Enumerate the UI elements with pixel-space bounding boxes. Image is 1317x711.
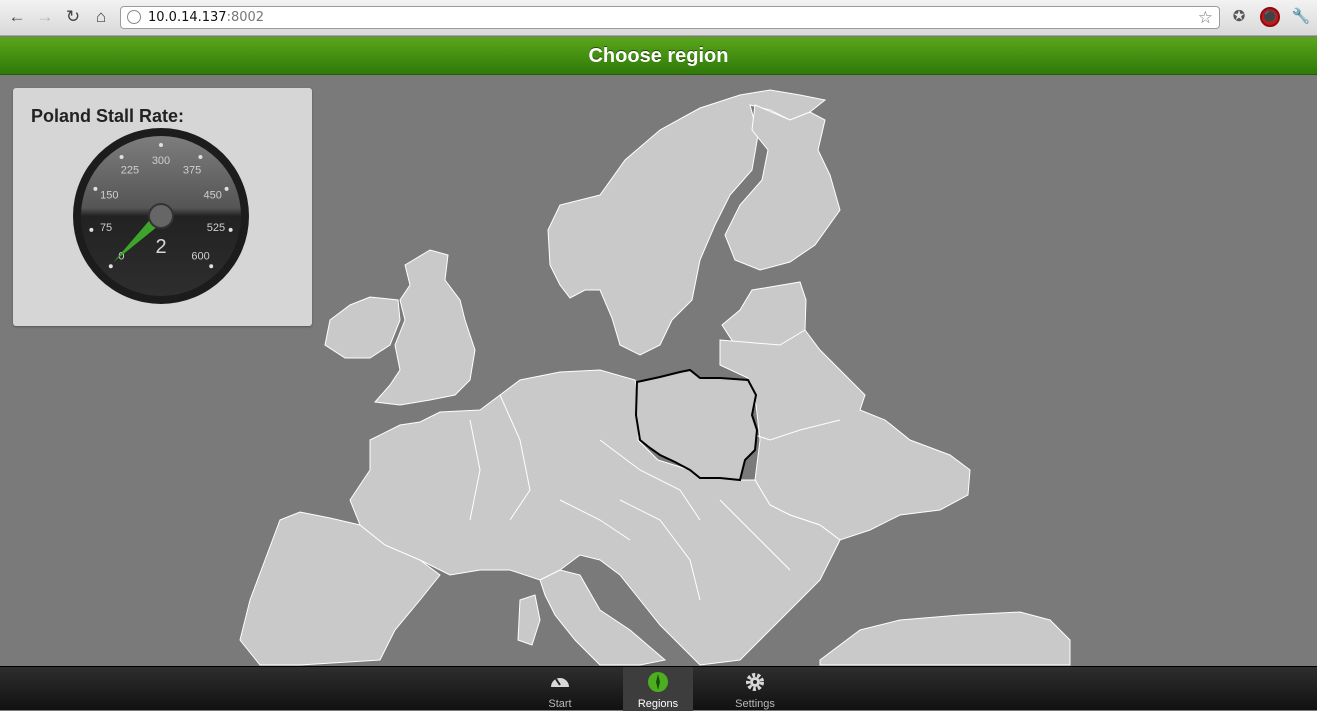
tab-settings[interactable]: Settings [720,667,790,711]
tab-label: Settings [735,698,775,710]
gauge-tick [119,154,124,159]
region-turkey[interactable] [819,611,1071,666]
wrench-icon[interactable]: 🔧 [1291,7,1311,27]
home-icon[interactable]: ⌂ [90,6,112,28]
gauge-tick [89,227,94,232]
gauge-tick [93,186,98,191]
panel-title: Poland Stall Rate: [31,106,185,126]
stop-icon[interactable]: ⚫ [1260,7,1280,27]
gauge-scale-label: 450 [204,190,222,202]
gauge-scale-label: 75 [100,222,112,234]
gauge-tick [108,264,113,269]
arrow-right-icon[interactable]: → [34,6,56,28]
gauge-scale-label: 375 [183,164,201,176]
tab-regions[interactable]: Regions [623,667,693,711]
stall-rate-panel: Poland Stall Rate: 0 75 150 225 300 375 450 525… [13,88,312,326]
tab-label: Start [548,698,572,710]
gauge-tick [224,186,229,191]
url-text: 10.0.14.137:8002 [148,10,265,25]
puzzle-extension-icon[interactable]: ✪ [1229,7,1249,27]
speedometer-icon [551,677,569,687]
gauge-scale-label: 300 [152,155,170,167]
gauge-scale-label: 150 [100,190,118,202]
star-icon[interactable]: ☆ [1198,7,1213,28]
gauge-scale-label: 525 [207,222,225,234]
compass-icon [648,672,668,692]
globe-icon [127,10,141,24]
stall-rate-gauge: 075150225300375450525600 2 [73,128,249,304]
browser-toolbar: ← → ↻ ⌂ 10.0.14.137:8002 ☆ ✪ ⚫ 🔧 [0,0,1317,36]
region-sardinia[interactable] [517,594,541,646]
page-title: Choose region [0,37,1317,75]
address-bar[interactable]: 10.0.14.137:8002 ☆ [120,6,1220,29]
gauge-hub [148,203,174,229]
gauge-value: 2 [155,236,166,258]
tab-label: Regions [637,698,679,710]
gauge-tick [228,227,233,232]
gauge-scale-label: 225 [121,164,139,176]
gauge-tick [209,264,214,269]
tab-start[interactable]: Start [525,667,595,711]
reload-icon[interactable]: ↻ [62,6,84,28]
gear-icon [746,673,764,691]
bottom-tab-bar: Start Regions Settings [0,666,1317,711]
gauge-tick [198,154,203,159]
gauge-tick [159,143,163,147]
gauge-scale-label: 600 [191,251,209,263]
region-ireland[interactable] [324,296,401,359]
arrow-left-icon[interactable]: ← [6,6,28,28]
